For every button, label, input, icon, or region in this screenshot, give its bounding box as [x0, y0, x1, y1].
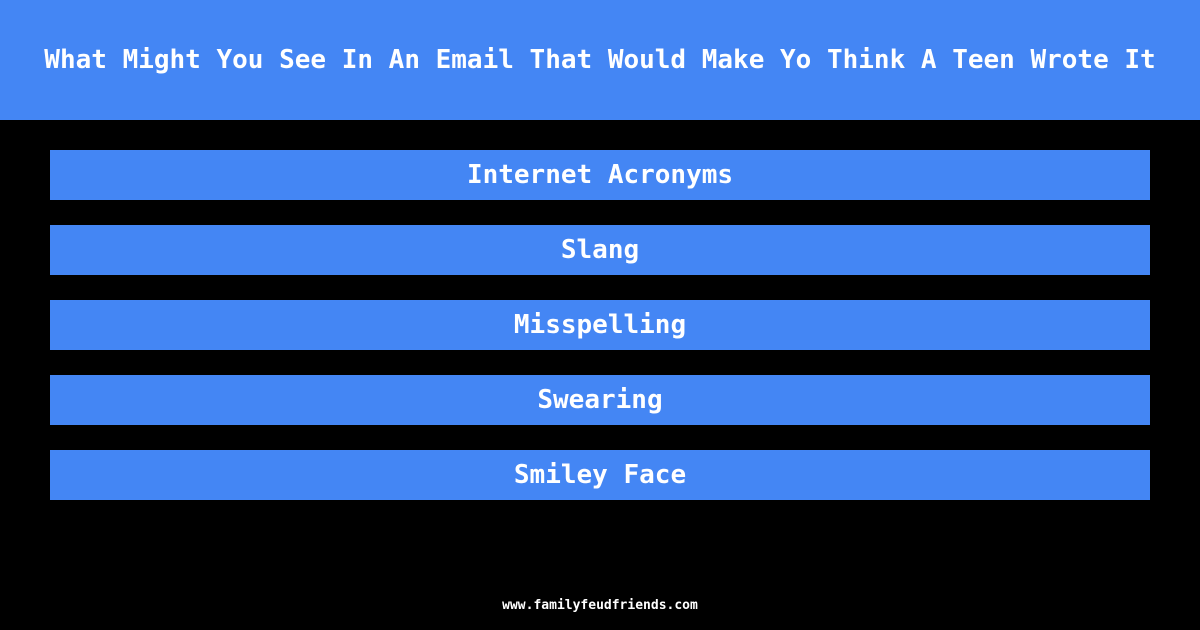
answer-item: Smiley Face [50, 450, 1150, 500]
answer-label: Misspelling [513, 310, 687, 340]
answer-label: Swearing [537, 385, 663, 415]
question-header: What Might You See In An Email That Woul… [0, 0, 1200, 120]
answer-list: Internet Acronyms Slang Misspelling Swea… [50, 150, 1150, 525]
site-url: www.familyfeudfriends.com [502, 598, 698, 613]
question-title: What Might You See In An Email That Woul… [44, 45, 1156, 75]
answer-label: Slang [560, 235, 640, 265]
answer-item: Misspelling [50, 300, 1150, 350]
answer-item: Internet Acronyms [50, 150, 1150, 200]
answer-item: Swearing [50, 375, 1150, 425]
answer-label: Internet Acronyms [466, 160, 734, 190]
answer-item: Slang [50, 225, 1150, 275]
answer-label: Smiley Face [513, 460, 687, 490]
